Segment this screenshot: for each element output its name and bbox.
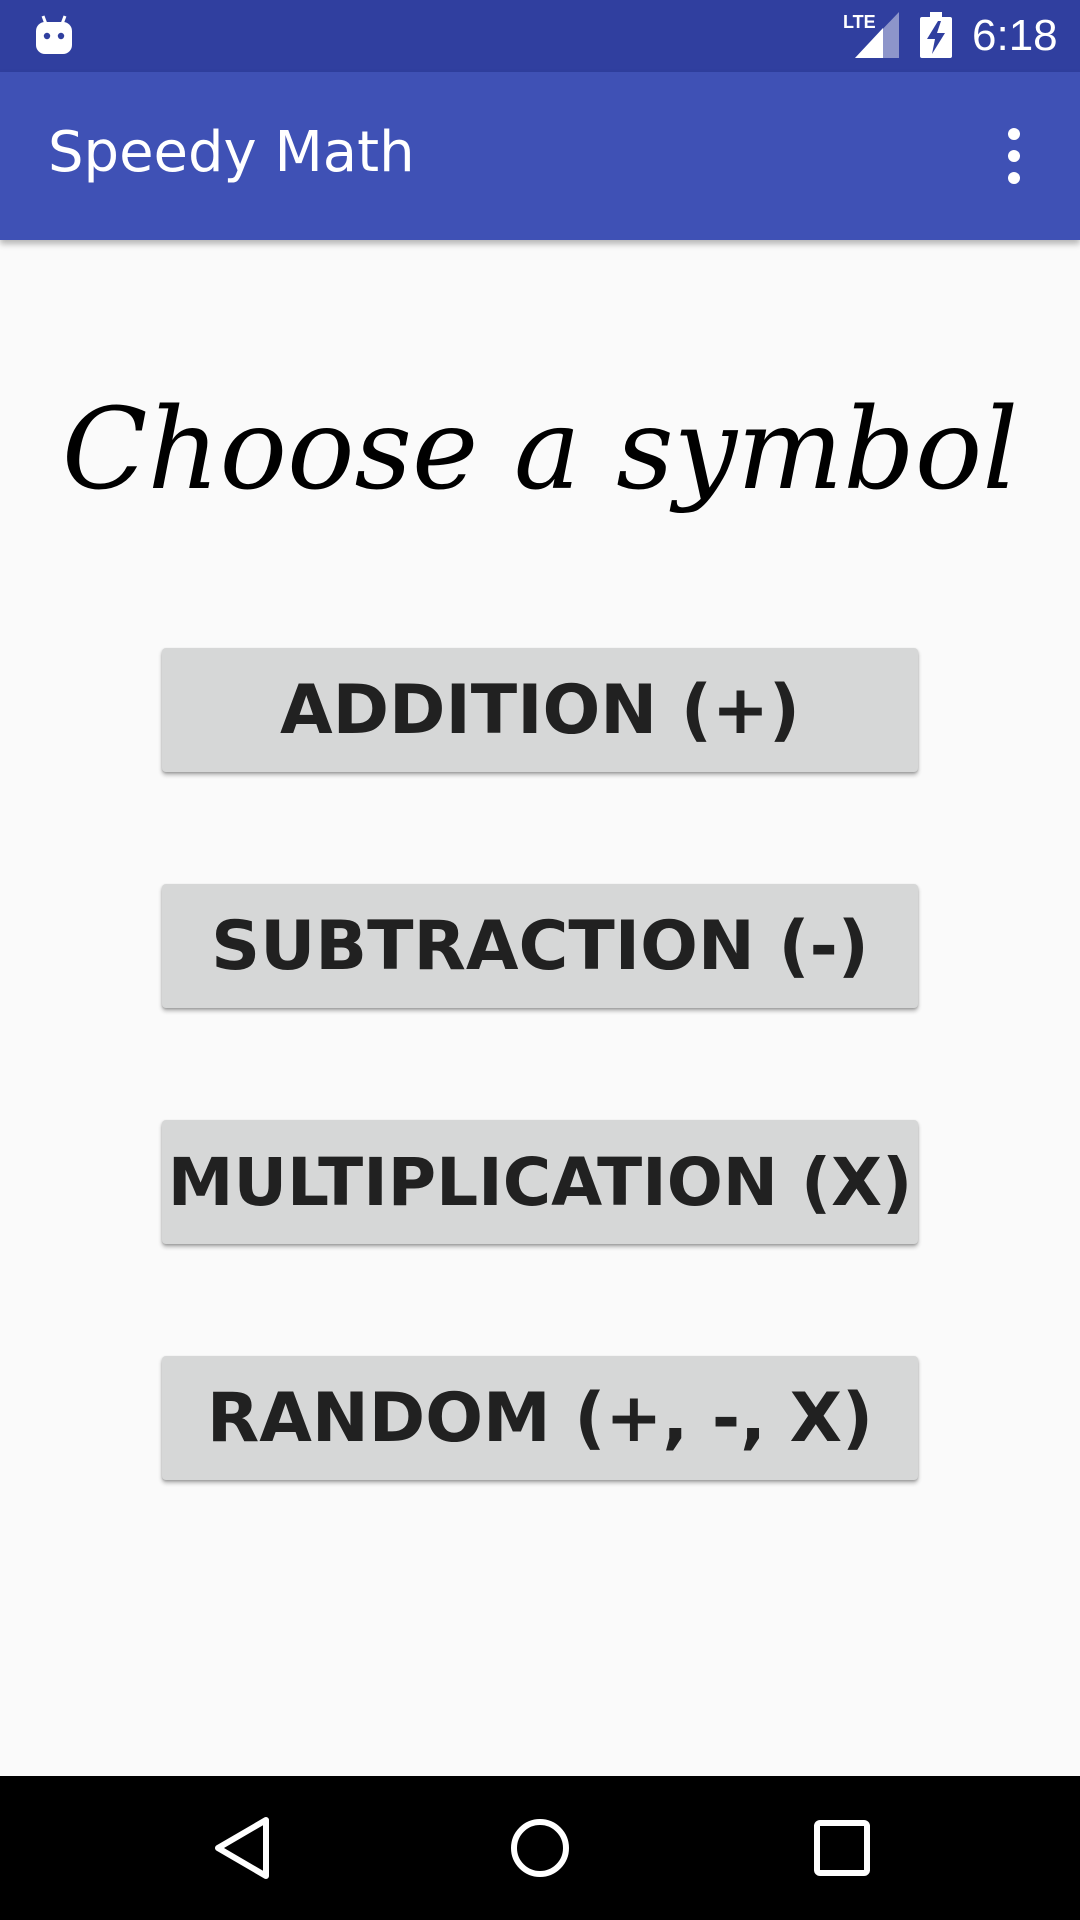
status-time: 6:18	[972, 11, 1058, 60]
android-icon	[36, 15, 72, 54]
lte-signal-icon: LTE	[843, 12, 899, 58]
navigation-bar	[0, 1776, 1080, 1920]
multiplication-button[interactable]: MULTIPLICATION (X)	[162, 1120, 918, 1244]
recent-apps-icon[interactable]	[812, 1818, 872, 1878]
status-bar: LTE 6:18	[0, 0, 1080, 72]
back-icon[interactable]	[212, 1816, 272, 1880]
page-heading: Choose a symbol	[61, 385, 1019, 515]
battery-charging-icon	[920, 12, 952, 58]
app-title: Speedy Math	[48, 120, 415, 185]
more-vert-icon[interactable]	[990, 124, 1038, 188]
lte-label: LTE	[843, 12, 876, 32]
subtraction-button[interactable]: SUBTRACTION (-)	[162, 884, 918, 1008]
random-button[interactable]: RANDOM (+, -, X)	[162, 1356, 918, 1480]
home-icon[interactable]	[508, 1816, 572, 1880]
app-bar: Speedy Math	[0, 72, 1080, 240]
addition-button[interactable]: ADDITION (+)	[162, 648, 918, 772]
